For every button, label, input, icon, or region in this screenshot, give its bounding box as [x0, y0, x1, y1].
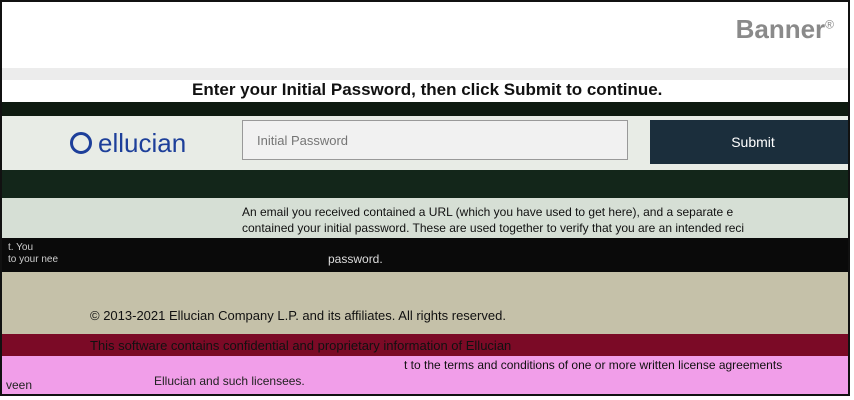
info-text: An email you received contained a URL (w… — [242, 205, 745, 235]
header-area: Banner® — [2, 2, 848, 68]
page-frame: Banner® Enter your Initial Password, the… — [0, 0, 850, 396]
form-row: ellucian Submit — [2, 116, 848, 170]
prompt-row: Enter your Initial Password, then click … — [2, 80, 848, 102]
license-text: t to the terms and conditions of one or … — [404, 358, 783, 372]
submit-button[interactable]: Submit — [650, 120, 848, 164]
footer-band-2: t to the terms and conditions of one or … — [2, 356, 848, 394]
black-band: t. You to your nee password. — [2, 238, 848, 272]
side-label: t. You to your nee — [8, 242, 59, 265]
password-word: password. — [328, 252, 383, 266]
licensees-text: Ellucian and such licensees. — [154, 374, 305, 388]
dark-band-2 — [2, 170, 848, 198]
info-row: An email you received contained a URL (w… — [2, 198, 848, 238]
initial-password-input[interactable] — [242, 120, 628, 160]
ellucian-logo: ellucian — [98, 128, 187, 158]
footer-band: This software contains confidential and … — [2, 334, 848, 356]
footer-area: © 2013-2021 Ellucian Company L.P. and it… — [2, 272, 848, 334]
banner-logo: Banner® — [735, 14, 834, 44]
ween-text: veen — [6, 378, 33, 392]
instruction-text: Enter your Initial Password, then click … — [192, 80, 663, 99]
copyright-text: © 2013-2021 Ellucian Company L.P. and it… — [90, 308, 506, 323]
dark-band — [2, 102, 848, 116]
confidential-text: This software contains confidential and … — [90, 338, 512, 353]
divider-band — [2, 68, 848, 80]
ellucian-logo-icon — [70, 132, 92, 154]
